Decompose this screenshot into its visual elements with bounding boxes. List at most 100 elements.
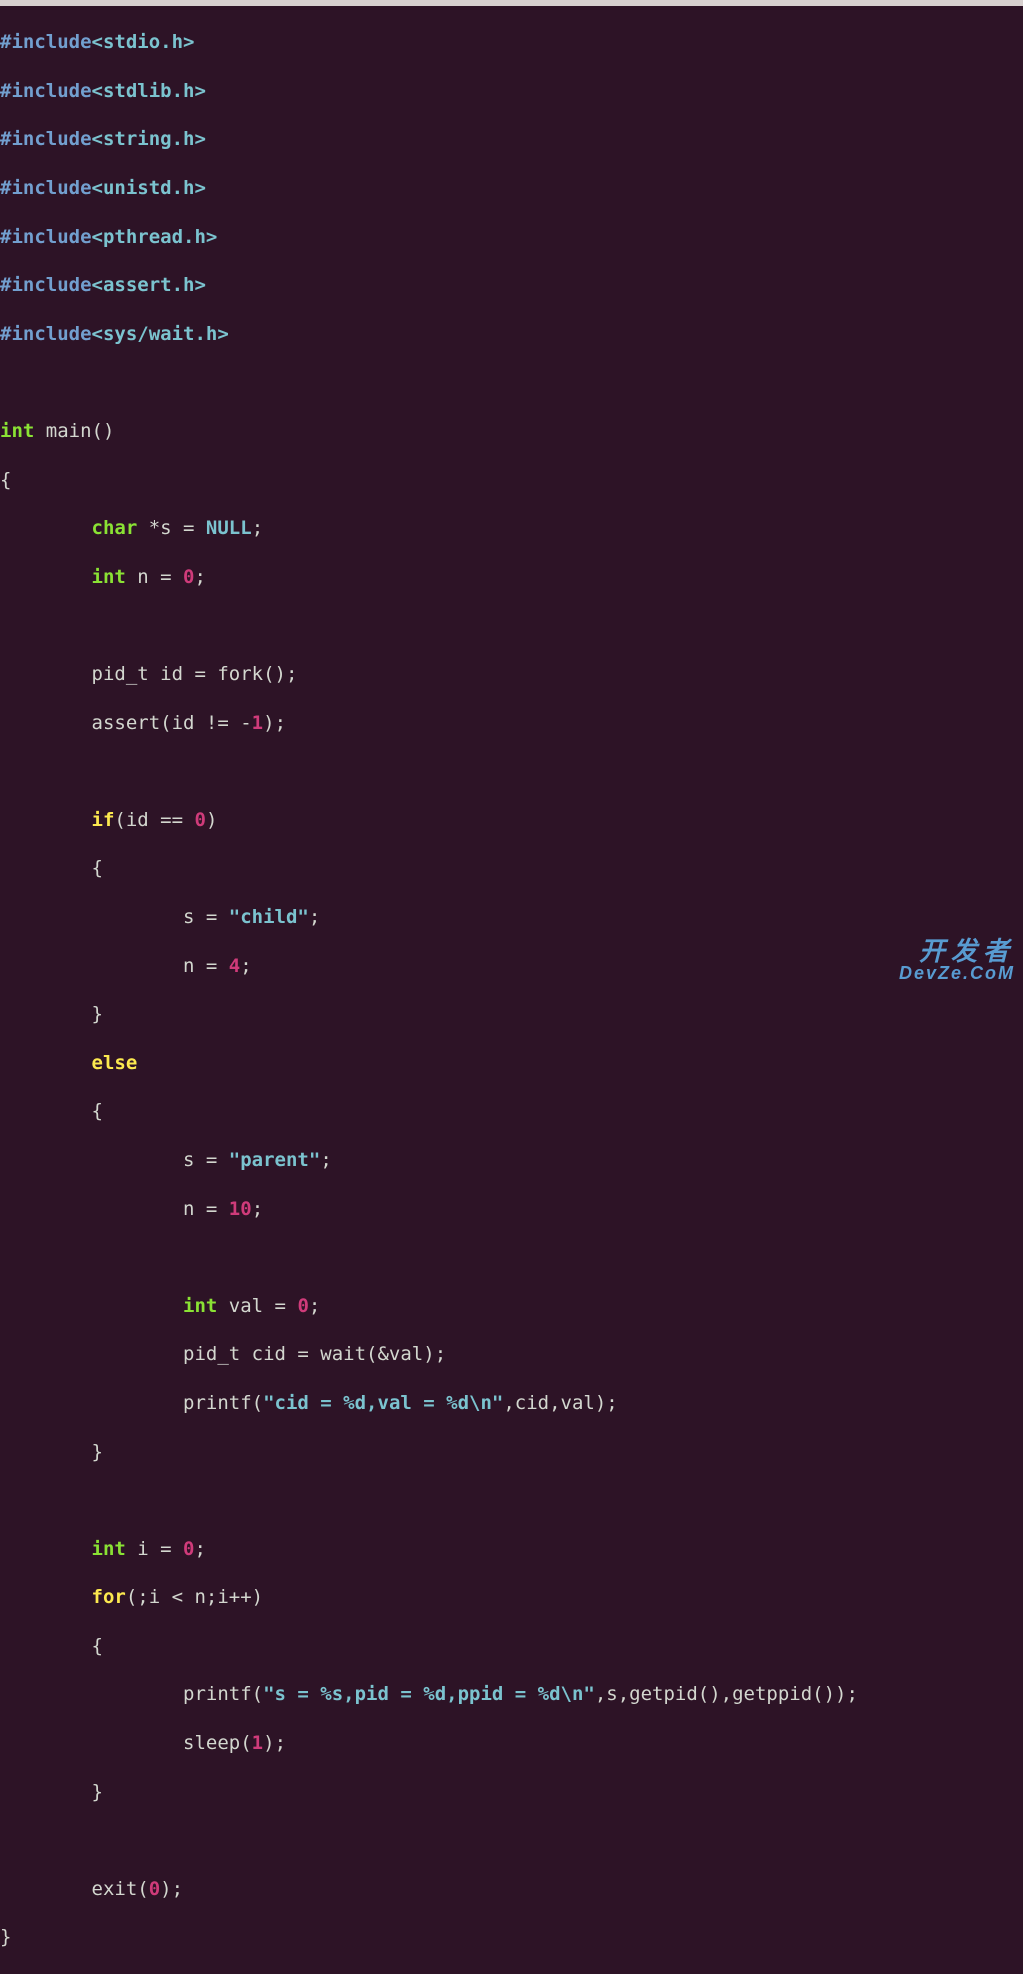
code-line: pid_t id = fork(); xyxy=(0,662,1023,686)
brace-close: } xyxy=(0,1440,1023,1464)
type-int: int xyxy=(92,566,126,588)
code-line: s = "child"; xyxy=(0,905,1023,929)
code-line: for(;i < n;i++) xyxy=(0,1585,1023,1609)
brace-open: { xyxy=(0,856,1023,880)
brace-open: { xyxy=(0,1099,1023,1123)
semicolon: ; xyxy=(195,1538,206,1560)
assert-call: assert(id != - xyxy=(92,712,252,734)
header-stdio: <stdio.h> xyxy=(92,31,195,53)
format-string: "cid = %d,val = %d\n" xyxy=(263,1392,503,1414)
include-line: #include<stdio.h> xyxy=(0,30,1023,54)
directive: #include xyxy=(0,128,92,150)
include-line: #include<pthread.h> xyxy=(0,225,1023,249)
blank-line xyxy=(0,613,1023,637)
directive: #include xyxy=(0,80,92,102)
brace: { xyxy=(92,1100,103,1122)
include-line: #include<stdlib.h> xyxy=(0,79,1023,103)
code-line: sleep(1); xyxy=(0,1731,1023,1755)
literal-zero: 0 xyxy=(194,809,205,831)
code-line: s = "parent"; xyxy=(0,1148,1023,1172)
blank-line xyxy=(0,370,1023,394)
literal-four: 4 xyxy=(229,955,240,977)
type-int: int xyxy=(92,1538,126,1560)
header-syswait: <sys/wait.h> xyxy=(92,323,229,345)
literal-one: 1 xyxy=(252,712,263,734)
literal-zero: 0 xyxy=(183,566,194,588)
literal-zero: 0 xyxy=(183,1538,194,1560)
assign-s: s = xyxy=(183,906,229,928)
literal-one: 1 xyxy=(252,1732,263,1754)
semicolon: ; xyxy=(320,1149,331,1171)
code-line: else xyxy=(0,1051,1023,1075)
brace-open: { xyxy=(0,468,1023,492)
include-line: #include<string.h> xyxy=(0,127,1023,151)
printf-args: ,s,getpid(),getppid()); xyxy=(595,1683,858,1705)
brace: } xyxy=(92,1003,103,1025)
header-assert: <assert.h> xyxy=(92,274,206,296)
decl-n: n = xyxy=(126,566,183,588)
code-line: char *s = NULL; xyxy=(0,516,1023,540)
code-line: assert(id != -1); xyxy=(0,711,1023,735)
include-line: #include<assert.h> xyxy=(0,273,1023,297)
code-line: n = 4; xyxy=(0,954,1023,978)
code-line: int i = 0; xyxy=(0,1537,1023,1561)
assign-s: s = xyxy=(183,1149,229,1171)
keyword-for: for xyxy=(92,1586,126,1608)
null-literal: NULL xyxy=(206,517,252,539)
brace: } xyxy=(92,1781,103,1803)
semicolon: ; xyxy=(309,1295,320,1317)
wait-call: pid_t cid = wait(&val); xyxy=(183,1343,446,1365)
brace: { xyxy=(92,1635,103,1657)
semicolon: ; xyxy=(309,906,320,928)
decl-s: *s = xyxy=(137,517,206,539)
code-block: #include<stdio.h> #include<stdlib.h> #in… xyxy=(0,6,1023,1974)
sleep-call: sleep( xyxy=(183,1732,252,1754)
printf-call: printf( xyxy=(183,1392,263,1414)
literal-zero: 0 xyxy=(149,1878,160,1900)
brace-close: } xyxy=(0,1925,1023,1949)
format-string: "s = %s,pid = %d,ppid = %d\n" xyxy=(263,1683,595,1705)
directive: #include xyxy=(0,226,92,248)
exit-call: exit( xyxy=(92,1878,149,1900)
brace-close: } xyxy=(0,1002,1023,1026)
printf-args: ,cid,val); xyxy=(503,1392,617,1414)
printf-call: printf( xyxy=(183,1683,263,1705)
brace: } xyxy=(92,1441,103,1463)
header-unistd: <unistd.h> xyxy=(92,177,206,199)
assign-n: n = xyxy=(183,1198,229,1220)
brace-open: { xyxy=(0,1634,1023,1658)
code-line: pid_t cid = wait(&val); xyxy=(0,1342,1023,1366)
code-line: if(id == 0) xyxy=(0,808,1023,832)
code-line: n = 10; xyxy=(0,1197,1023,1221)
decl-val: val = xyxy=(217,1295,297,1317)
decl-i: i = xyxy=(126,1538,183,1560)
directive: #include xyxy=(0,274,92,296)
include-line: #include<sys/wait.h> xyxy=(0,322,1023,346)
header-pthread: <pthread.h> xyxy=(92,226,218,248)
semicolon: ; xyxy=(240,955,251,977)
main-decl: int main() xyxy=(0,419,1023,443)
header-stdlib: <stdlib.h> xyxy=(92,80,206,102)
blank-line xyxy=(0,759,1023,783)
close-paren: ); xyxy=(160,1878,183,1900)
type-int: int xyxy=(183,1295,217,1317)
code-line: int val = 0; xyxy=(0,1294,1023,1318)
code-line: int n = 0; xyxy=(0,565,1023,589)
assign-n: n = xyxy=(183,955,229,977)
code-line: exit(0); xyxy=(0,1877,1023,1901)
code-line: printf("s = %s,pid = %d,ppid = %d\n",s,g… xyxy=(0,1682,1023,1706)
close-paren: ); xyxy=(263,712,286,734)
blank-line xyxy=(0,1245,1023,1269)
brace: { xyxy=(92,857,103,879)
semicolon: ; xyxy=(195,566,206,588)
semicolon: ; xyxy=(252,1198,263,1220)
if-cond: (id == xyxy=(114,809,194,831)
brace-close: } xyxy=(0,1780,1023,1804)
type-int: int xyxy=(0,420,34,442)
directive: #include xyxy=(0,323,92,345)
close-paren: ) xyxy=(206,809,217,831)
directive: #include xyxy=(0,177,92,199)
main-name: main() xyxy=(34,420,114,442)
semicolon: ; xyxy=(252,517,263,539)
string-parent: "parent" xyxy=(229,1149,321,1171)
